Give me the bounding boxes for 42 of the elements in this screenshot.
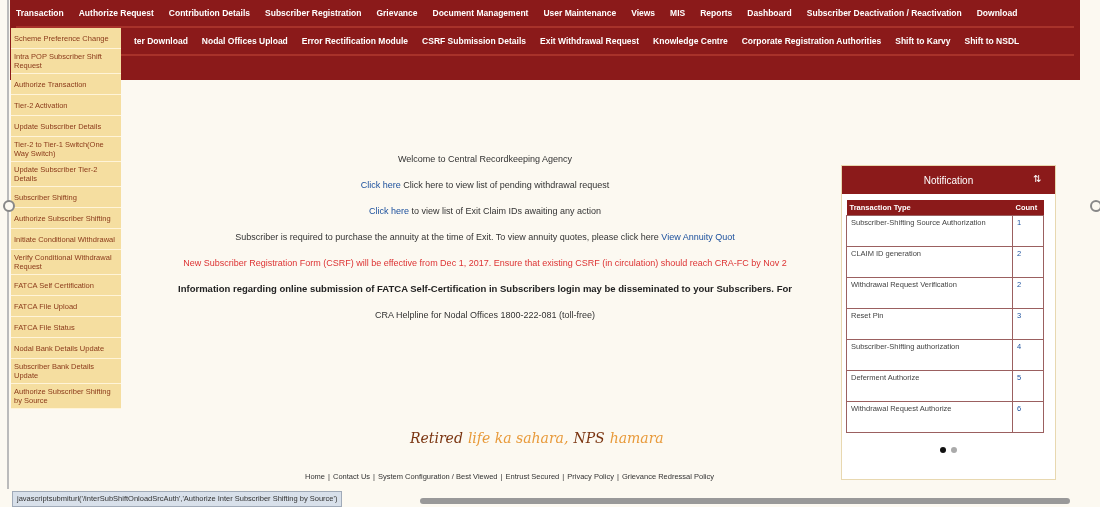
menu-item[interactable]: Knowledge Centre [653,36,728,46]
carousel-dot[interactable] [951,447,957,453]
menu-item[interactable]: CSRF Submission Details [422,36,526,46]
notice-text: New Subscriber Registration Form (CSRF) will be effective from Dec 1, 2017. Ensure that existing CSRF (in circulation) should reach CRA-FC by Nov 2 [183,257,787,270]
annuity-link[interactable]: View Annuity Quot [661,232,735,242]
slogan-text: life ka sahara, [467,430,569,446]
slogan-text: Retired [410,430,463,446]
ring-icon [3,200,15,212]
menu-item[interactable]: User Maintenance [543,8,617,18]
menu-item[interactable]: Download [976,8,1018,18]
click-here-link[interactable]: Click here [368,206,409,216]
slogan-text: hamara [609,430,664,446]
info-text: Information regarding online submission of FATCA Self-Certification in Subscribers login may be disseminated to your Subscribers. For [178,282,792,296]
menu-item[interactable]: Subscriber Registration [265,8,362,18]
scrollbar[interactable] [420,498,1070,504]
menu-item[interactable]: Shift to NSDL [964,36,1020,46]
menu-item[interactable]: Grievance [376,8,418,18]
menu-item[interactable]: Subscriber Deactivation / Reactivation [806,8,962,18]
info-text: Welcome to Central Recordkeeping Agency [398,153,572,166]
menu-item[interactable]: Views [631,8,656,18]
menu-item[interactable]: Corporate Registration Authorities [741,36,882,46]
info-text: Click here to view list of pending withdrawal request [403,180,610,190]
menu-item[interactable]: Dashboard [747,8,792,18]
menu-item[interactable]: Document Management [432,8,529,18]
menu-item[interactable]: Reports [700,8,733,18]
menu-item[interactable]: Authorize Request [78,8,154,18]
carousel-dot[interactable] [940,447,946,453]
menu-item[interactable]: MIS [670,8,686,18]
slogan-text: NPS [573,430,605,446]
info-text: Subscriber is required to purchase the annuity at the time of Exit. To view annuity quotes, please click here [235,232,659,242]
menu-item[interactable]: Nodal Offices Upload [201,36,288,46]
menu-item[interactable]: Exit Withdrawal Request [540,36,640,46]
sort-icon[interactable]: ⇅ [1033,173,1041,184]
menu-item[interactable]: Shift to Karvy [895,36,951,46]
info-text: to view list of Exit Claim IDs awaiting any action [411,206,602,216]
info-text: CRA Helpline for Nodal Offices 1800-222-081 (toll-free) [375,309,595,322]
menu-item[interactable]: Transaction [16,8,64,18]
click-here-link[interactable]: Click here [360,180,401,190]
menu-item[interactable]: Contribution Details [168,8,251,18]
menu-item[interactable]: Error Rectification Module [301,36,409,46]
panel-title: Notification [923,174,974,186]
menu-item[interactable]: ter Download [134,36,188,46]
